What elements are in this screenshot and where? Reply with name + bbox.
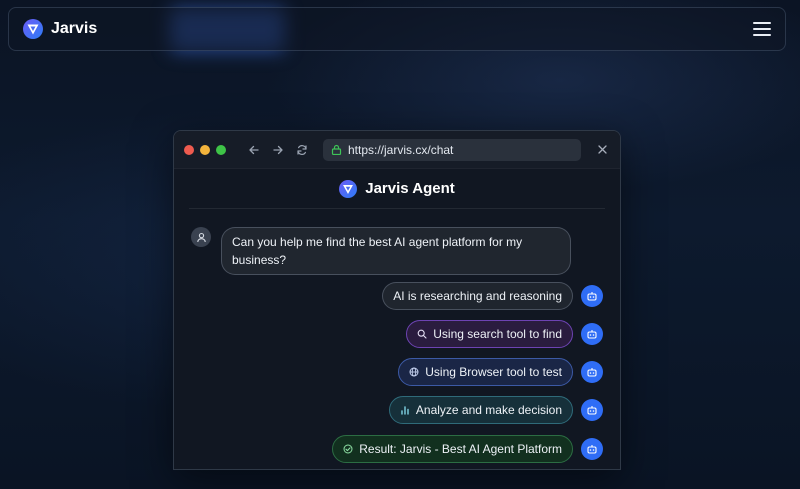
agent-step-row: Analyze and make decision bbox=[388, 396, 603, 424]
back-arrow-icon[interactable] bbox=[248, 144, 260, 156]
step-label: Using search tool to find bbox=[433, 327, 562, 341]
brand[interactable]: Jarvis bbox=[23, 19, 97, 39]
chat-header: Jarvis Agent bbox=[189, 169, 605, 209]
url-text: https://jarvis.cx/chat bbox=[348, 142, 454, 157]
browser-titlebar: https://jarvis.cx/chat bbox=[174, 131, 620, 169]
close-dot-icon[interactable] bbox=[184, 144, 194, 155]
bot-avatar-icon bbox=[581, 361, 603, 383]
step-label: AI is researching and reasoning bbox=[393, 289, 562, 303]
jarvis-logo-icon bbox=[23, 19, 43, 39]
chat-title: Jarvis Agent bbox=[365, 180, 455, 197]
user-message-bubble: Can you help me find the best AI agent p… bbox=[221, 227, 571, 275]
window-controls bbox=[184, 144, 226, 155]
maximize-dot-icon[interactable] bbox=[216, 144, 226, 155]
browser-window: https://jarvis.cx/chat Jarvis Agent Can … bbox=[173, 130, 621, 470]
user-avatar bbox=[191, 227, 211, 247]
hamburger-menu-icon[interactable] bbox=[753, 22, 771, 36]
top-navbar: Jarvis bbox=[8, 7, 786, 51]
step-label: Result: Jarvis - Best AI Agent Platform bbox=[359, 442, 562, 456]
check-circle-icon bbox=[343, 444, 353, 454]
bot-avatar-icon bbox=[581, 399, 603, 421]
agent-step-row: Using Browser tool to test bbox=[398, 358, 603, 386]
agent-step-row: Result: Jarvis - Best AI Agent Platform bbox=[332, 435, 603, 463]
agent-step-pill: AI is researching and reasoning bbox=[382, 282, 573, 310]
minimize-dot-icon[interactable] bbox=[200, 144, 210, 155]
user-message: Can you help me find the best AI agent p… bbox=[191, 227, 571, 275]
address-bar[interactable]: https://jarvis.cx/chat bbox=[323, 138, 581, 161]
bot-avatar-icon bbox=[581, 323, 603, 345]
step-label: Using Browser tool to test bbox=[425, 365, 562, 379]
jarvis-logo-icon bbox=[339, 179, 358, 198]
close-icon[interactable] bbox=[597, 144, 608, 155]
agent-step-pill: Using search tool to find bbox=[406, 320, 573, 348]
agent-step-pill: Analyze and make decision bbox=[388, 396, 573, 424]
agent-step-row: Using search tool to find bbox=[406, 320, 603, 348]
search-icon bbox=[417, 329, 427, 339]
reload-icon[interactable] bbox=[296, 144, 308, 156]
agent-result-pill: Result: Jarvis - Best AI Agent Platform bbox=[332, 435, 573, 463]
bot-avatar-icon bbox=[581, 285, 603, 307]
brand-name: Jarvis bbox=[51, 20, 98, 37]
bar-chart-icon bbox=[401, 406, 409, 415]
globe-icon bbox=[409, 367, 419, 377]
lock-icon bbox=[331, 144, 342, 155]
step-label: Analyze and make decision bbox=[415, 403, 562, 417]
bot-avatar-icon bbox=[581, 438, 603, 460]
user-icon bbox=[196, 232, 206, 242]
agent-step-row: AI is researching and reasoning bbox=[382, 282, 603, 310]
forward-arrow-icon[interactable] bbox=[272, 144, 284, 156]
agent-step-pill: Using Browser tool to test bbox=[398, 358, 573, 386]
